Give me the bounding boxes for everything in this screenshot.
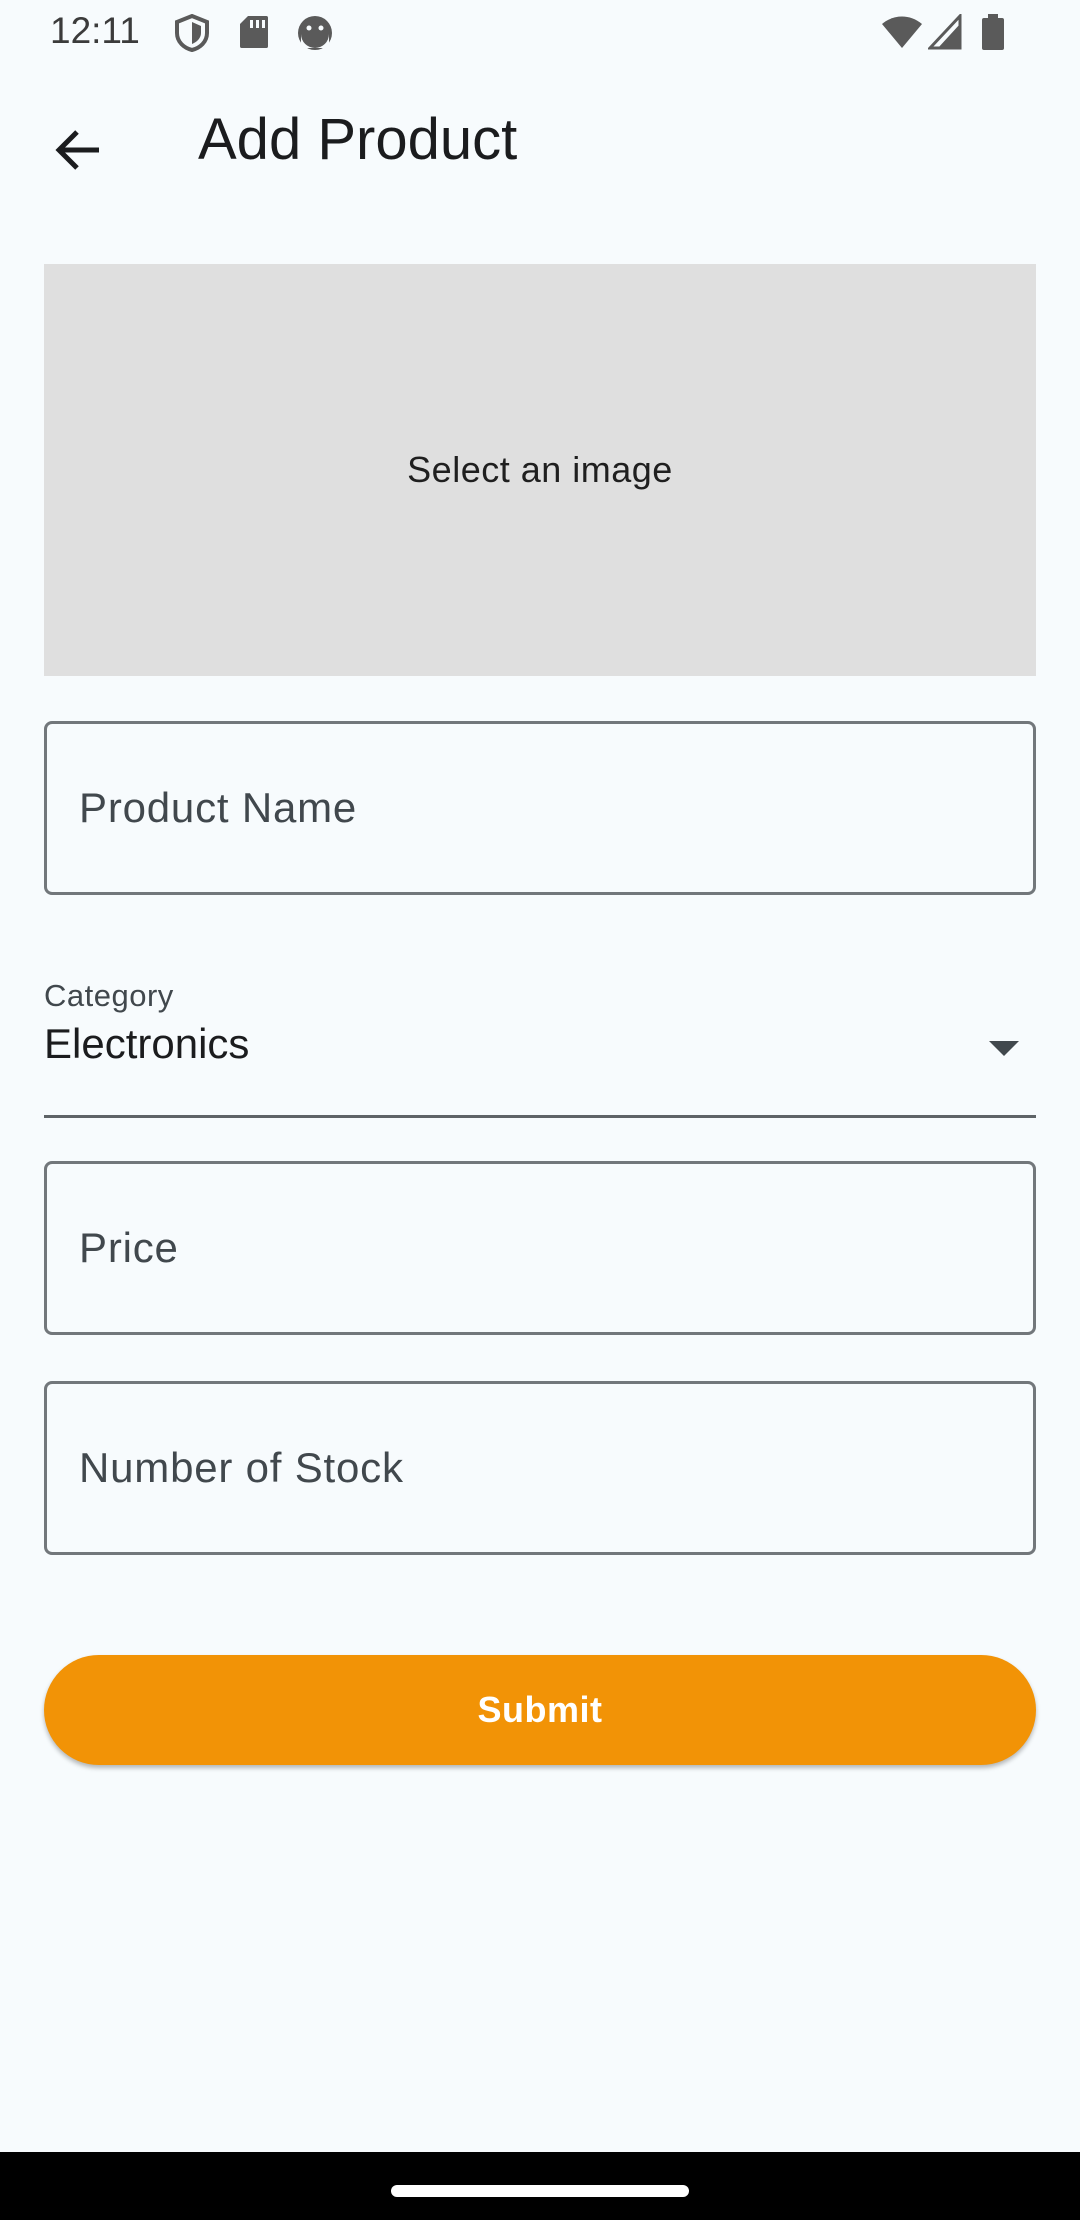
back-button[interactable]	[38, 112, 118, 192]
sd-card-icon	[238, 14, 270, 55]
android-face-icon	[296, 14, 334, 57]
navigation-bar	[0, 2152, 1080, 2220]
dropdown-underline	[44, 1115, 1036, 1118]
page-title: Add Product	[198, 107, 518, 172]
category-dropdown[interactable]: Category Electronics	[44, 970, 1036, 1118]
shield-icon	[174, 13, 210, 57]
wifi-icon	[880, 14, 924, 55]
dropdown-arrow-icon	[988, 1040, 1020, 1063]
stock-field[interactable]	[47, 1384, 1033, 1552]
app-bar: Add Product	[0, 66, 1080, 220]
arrow-back-icon	[53, 127, 103, 178]
category-value: Electronics	[44, 1020, 250, 1067]
price-field[interactable]	[47, 1164, 1033, 1332]
image-picker[interactable]: Select an image	[44, 264, 1036, 676]
status-time: 12:11	[50, 10, 140, 51]
submit-label: Submit	[477, 1689, 603, 1730]
submit-button[interactable]: Submit	[44, 1655, 1036, 1765]
product-name-field[interactable]	[47, 724, 1033, 892]
signal-icon	[926, 12, 962, 55]
product-name-field-container	[44, 721, 1036, 895]
home-gesture-handle[interactable]	[391, 2185, 689, 2197]
image-picker-label: Select an image	[407, 449, 673, 490]
category-label: Category	[44, 978, 174, 1013]
price-field-container	[44, 1161, 1036, 1335]
status-bar: 12:11	[0, 0, 1080, 66]
battery-icon	[980, 14, 1006, 55]
stock-field-container	[44, 1381, 1036, 1555]
